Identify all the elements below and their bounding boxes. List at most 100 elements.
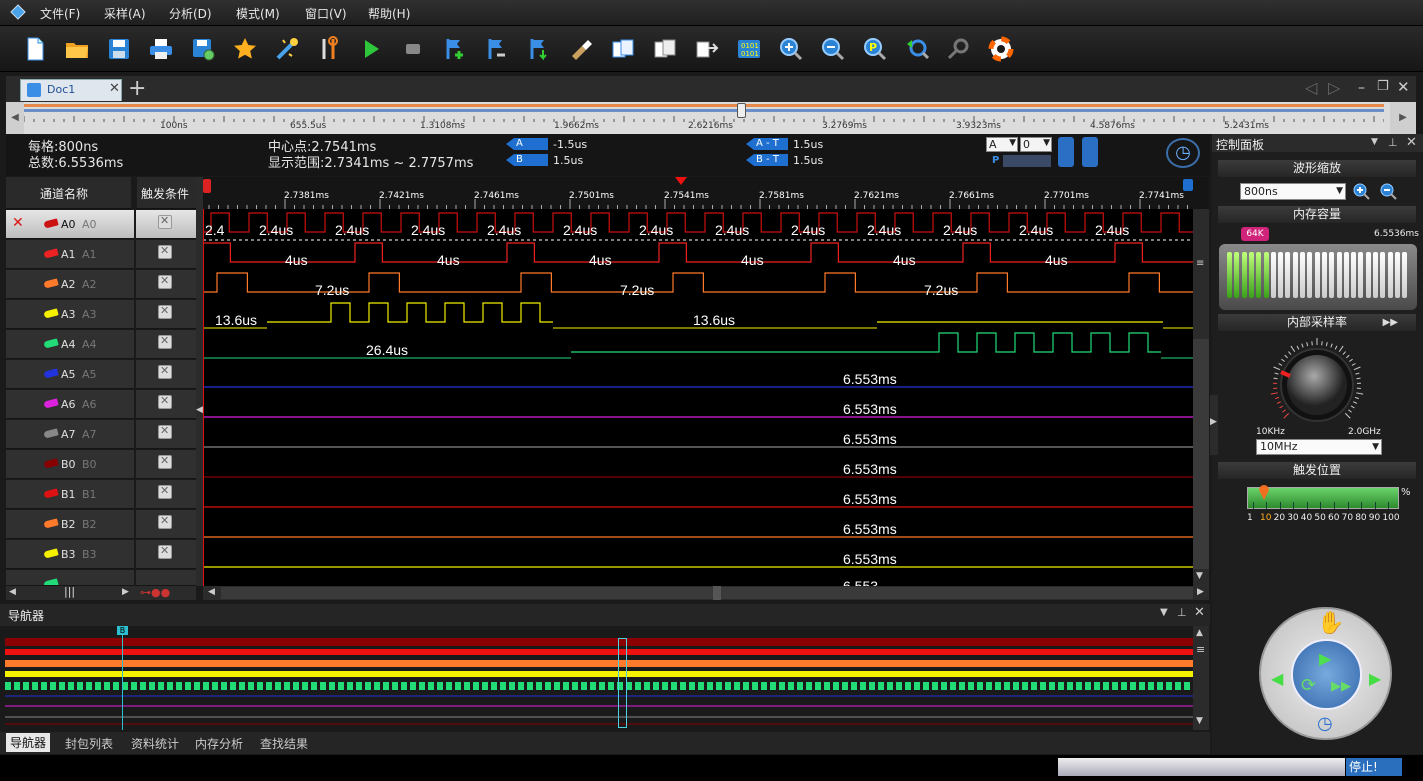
trigger-none-icon[interactable]	[158, 334, 172, 349]
trigger-none-icon[interactable]	[158, 394, 172, 409]
navigator-area[interactable]: B	[5, 626, 1193, 730]
trigger-none-icon[interactable]	[158, 244, 172, 259]
tab-memory-analysis[interactable]: 内存分析	[195, 735, 243, 752]
scroll-down-icon[interactable]: ▼	[1196, 571, 1203, 581]
trigger-cell[interactable]	[136, 570, 196, 586]
splitter[interactable]: ◀	[196, 177, 203, 586]
p-field[interactable]	[1003, 155, 1051, 167]
sample-rate-knob[interactable]	[1262, 335, 1372, 430]
zoom-in-icon[interactable]	[1352, 182, 1372, 202]
trigger-none-icon[interactable]	[158, 304, 172, 319]
panel-menu-icon[interactable]: ▼	[1160, 607, 1168, 618]
close-panel-icon[interactable]: ✕	[1194, 605, 1205, 620]
marker-select-a[interactable]: A ▼	[986, 137, 1018, 152]
channel-row-a2[interactable]: A2 A2	[6, 270, 134, 299]
ruler-left-arrow-icon[interactable]: ◀	[6, 102, 24, 134]
trigger-cell[interactable]	[136, 270, 196, 299]
channel-row-b0[interactable]: B0 B0	[6, 450, 134, 479]
goto-marker-icon[interactable]	[524, 34, 554, 64]
fast-forward-icon[interactable]: ▶▶	[1331, 679, 1351, 694]
trigger-none-icon[interactable]	[158, 214, 172, 229]
trigger-none-icon[interactable]	[158, 544, 172, 559]
save-icon[interactable]	[104, 34, 134, 64]
zoom-back-icon[interactable]	[902, 34, 932, 64]
double-chevron-right-icon[interactable]: ▶▶	[1383, 314, 1398, 331]
channel-row-partial[interactable]	[6, 570, 134, 586]
h-scroll-thumb[interactable]	[713, 586, 721, 600]
horizontal-scrollbar[interactable]: ◀ ▶	[203, 586, 1209, 600]
cursor-b-handle[interactable]	[1183, 179, 1193, 191]
close-tab-icon[interactable]: ✕	[109, 81, 120, 96]
trigger-none-icon[interactable]	[158, 454, 172, 469]
arrow-right-icon[interactable]: ▶	[1369, 669, 1381, 688]
search-disabled-icon[interactable]	[944, 34, 974, 64]
channel-row-a0[interactable]: ✕ A0 A0	[6, 210, 134, 239]
channel-row-a4[interactable]: A4 A4	[6, 330, 134, 359]
collapse-left-icon[interactable]: ◀	[196, 405, 203, 415]
stop-icon[interactable]	[398, 34, 428, 64]
channel-row-a3[interactable]: A3 A3	[6, 300, 134, 329]
menu-window[interactable]: 窗口(V)	[305, 5, 347, 22]
menu-sample[interactable]: 采样(A)	[104, 5, 146, 22]
save-settings-icon[interactable]	[188, 34, 218, 64]
trigger-cell[interactable]	[136, 330, 196, 359]
pin-marker-icon[interactable]	[1082, 137, 1098, 167]
trigger-none-icon[interactable]	[158, 364, 172, 379]
wizard-icon[interactable]	[272, 34, 302, 64]
trigger-none-icon[interactable]	[158, 484, 172, 499]
print-icon[interactable]	[146, 34, 176, 64]
restore-icon[interactable]: ❐	[1377, 79, 1389, 94]
trigger-cell[interactable]	[136, 390, 196, 419]
trigger-cell[interactable]	[136, 450, 196, 479]
protocol-icon[interactable]	[608, 34, 638, 64]
scroll-down-icon[interactable]: ▼	[1196, 716, 1203, 726]
zoom-p-icon[interactable]: P	[860, 34, 890, 64]
scroll-right-icon[interactable]: ▶	[122, 587, 129, 597]
channel-row-a5[interactable]: A5 A5	[6, 360, 134, 389]
zoom-select[interactable]: 800ns ▼	[1240, 183, 1346, 200]
add-marker-icon[interactable]	[440, 34, 470, 64]
menu-file[interactable]: 文件(F)	[40, 5, 80, 22]
channel-list-scrollbar[interactable]: ◀ ||| ▶ ⊶●●	[6, 585, 196, 600]
trigger-cell[interactable]	[136, 300, 196, 329]
add-tab-button[interactable]: +	[128, 76, 146, 101]
cursor-a-handle[interactable]	[203, 179, 211, 193]
memory-gauge[interactable]	[1219, 244, 1417, 310]
navigator-scrollbar[interactable]: ▲ ≡ ▼	[1193, 626, 1209, 730]
tab-navigator[interactable]: 导航器	[6, 733, 51, 752]
channel-row-a7[interactable]: A7 A7	[6, 420, 134, 449]
vertical-scrollbar[interactable]: ≡ ▼	[1193, 209, 1209, 586]
waveform-area[interactable]: 2.4 2.4us 2.4us 2.4us 2.4us 2.4us 2.4us 2.4us 2.…	[202, 177, 1193, 594]
tab-scroll-left-icon[interactable]: ◁	[1305, 78, 1317, 97]
channel-row-b1[interactable]: B1 B1	[6, 480, 134, 509]
hand-icon[interactable]: ✋	[1317, 611, 1344, 636]
refresh-icon[interactable]: ⟳	[1301, 675, 1316, 696]
sample-rate-select[interactable]: 10MHz ▼	[1256, 439, 1382, 455]
channel-row-a6[interactable]: A6 A6	[6, 390, 134, 419]
navigator-cursor-badge[interactable]: B	[117, 626, 128, 635]
channel-row-b3[interactable]: B3 B3	[6, 540, 134, 569]
trigger-cell[interactable]	[136, 240, 196, 269]
clock-icon[interactable]: ◷	[1166, 138, 1200, 168]
tab-search-results[interactable]: 查找结果	[260, 735, 308, 752]
zoom-out-icon[interactable]	[1379, 182, 1399, 202]
trigger-cell[interactable]	[136, 210, 196, 239]
trigger-none-icon[interactable]	[158, 514, 172, 529]
close-window-icon[interactable]: ✕	[1397, 78, 1410, 96]
minimize-icon[interactable]: –	[1358, 80, 1365, 96]
trigger-position-slider[interactable]	[1247, 484, 1399, 509]
new-file-icon[interactable]	[20, 34, 50, 64]
trigger-position-thumb[interactable]	[1258, 484, 1270, 500]
trigger-none-icon[interactable]	[158, 274, 172, 289]
channel-row-a1[interactable]: A1 A1	[6, 240, 134, 269]
star-icon[interactable]	[230, 34, 260, 64]
scroll-left-icon[interactable]: ◀	[9, 587, 16, 597]
zoom-out-icon[interactable]	[818, 34, 848, 64]
delete-channel-icon[interactable]: ✕	[12, 215, 24, 231]
run-icon[interactable]	[356, 34, 386, 64]
trigger-cell[interactable]	[136, 360, 196, 389]
export-icon[interactable]	[692, 34, 722, 64]
tab-packet-list[interactable]: 封包列表	[65, 735, 113, 752]
pin-icon[interactable]: ⊥	[1177, 606, 1187, 619]
scroll-up-icon[interactable]: ▲	[1196, 628, 1203, 638]
